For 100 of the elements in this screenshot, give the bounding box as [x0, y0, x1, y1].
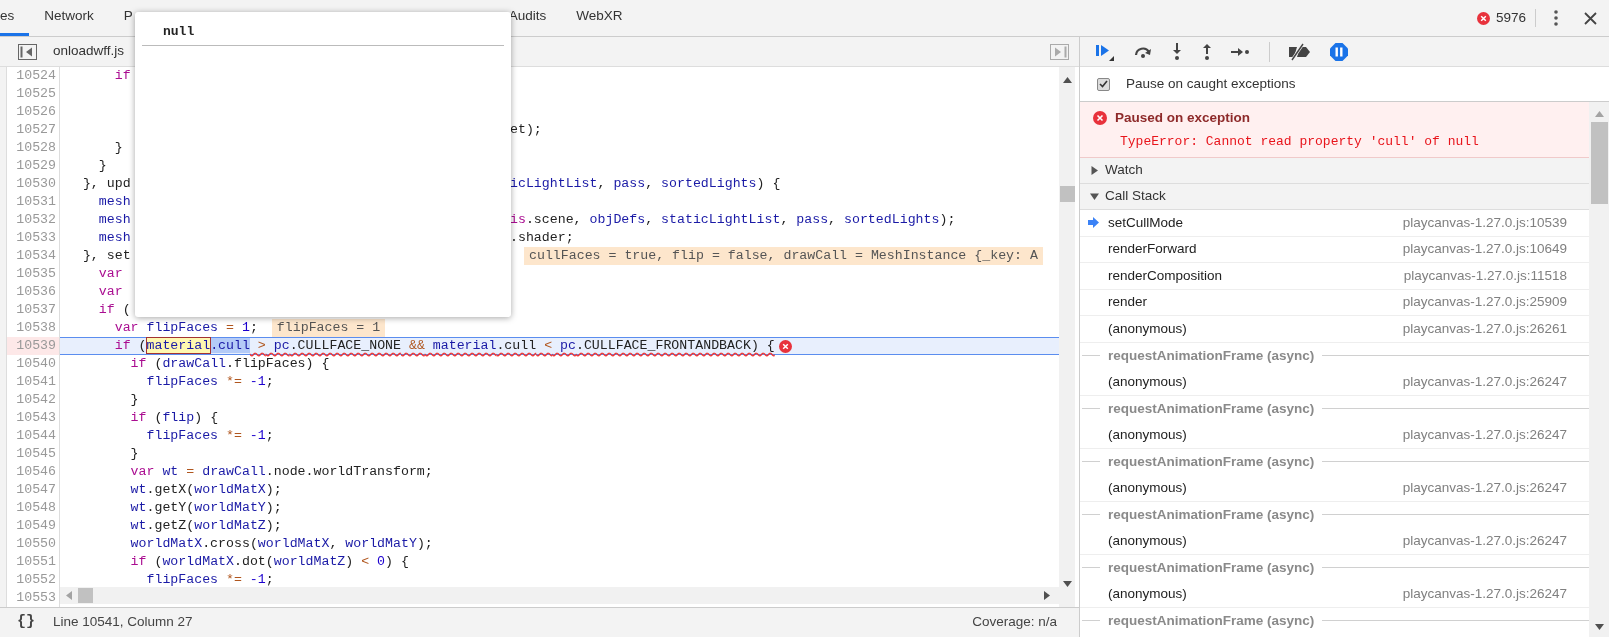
call-frame[interactable]: setCullMode playcanvas-1.27.0.js:10539: [1080, 210, 1589, 237]
call-frame[interactable]: render playcanvas-1.27.0.js:25909: [1080, 289, 1589, 316]
cursor-position: Line 10541, Column 27: [53, 613, 193, 632]
call-frame[interactable]: renderComposition playcanvas-1.27.0.js:11518: [1080, 263, 1589, 290]
sidebar-scrollbar[interactable]: [1589, 102, 1609, 637]
more-menu-icon[interactable]: [1554, 10, 1558, 26]
close-icon[interactable]: [1584, 11, 1597, 25]
line-number: 10552: [16, 571, 56, 589]
sidebar-toggle-icon[interactable]: [18, 43, 37, 60]
line-number: 10550: [16, 535, 56, 553]
line-number: 10529: [16, 157, 56, 175]
scroll-right-arrow-icon[interactable]: [1044, 591, 1050, 600]
call-frame[interactable]: (anonymous) playcanvas-1.27.0.js:26247: [1080, 475, 1589, 502]
code-line: wt.getY(worldMatY);: [130, 499, 282, 517]
vertical-scrollbar[interactable]: [1059, 67, 1075, 607]
horizontal-scrollbar[interactable]: [60, 587, 1059, 604]
scroll-down-arrow-icon[interactable]: [1062, 581, 1072, 587]
line-number: 10524: [16, 67, 56, 85]
line-number: 10551: [16, 553, 56, 571]
line-number: 10548: [16, 499, 56, 517]
line-number: 10531: [16, 193, 56, 211]
scrollbar-thumb[interactable]: [1059, 186, 1075, 202]
code-line: var: [98, 283, 123, 301]
frame-name: (anonymous): [1108, 531, 1187, 550]
code-line: wt.getZ(worldMatZ);: [130, 517, 282, 535]
frame-location[interactable]: playcanvas-1.27.0.js:26247: [1402, 583, 1567, 604]
line-number: 10543: [16, 409, 56, 427]
line-number: 10549: [16, 517, 56, 535]
inline-value: cullFaces = true, flip = false, drawCall = MeshInstance {_key: A: [524, 247, 1043, 265]
panel-tab[interactable]: Network: [29, 0, 109, 36]
panel-tab[interactable]: Audits: [493, 0, 562, 36]
async-separator: requestAnimationFrame (async): [1107, 505, 1316, 524]
frame-location[interactable]: playcanvas-1.27.0.js:26247: [1402, 424, 1567, 445]
error-count[interactable]: 5976: [1495, 7, 1526, 29]
line-number: 10544: [16, 427, 56, 445]
call-frame[interactable]: (anonymous) playcanvas-1.27.0.js:26247: [1080, 369, 1589, 396]
line-number: 10536: [16, 283, 56, 301]
step-out-icon[interactable]: [1201, 42, 1213, 61]
line-number: 10542: [16, 391, 56, 409]
code-line: if (flip) {: [130, 409, 219, 427]
code-line: }: [130, 445, 139, 463]
step-into-icon[interactable]: [1171, 42, 1183, 61]
frame-location[interactable]: playcanvas-1.27.0.js:11518: [1403, 265, 1567, 286]
code-line: flipFaces *= -1;: [146, 427, 274, 445]
frame-location[interactable]: playcanvas-1.27.0.js:26247: [1402, 530, 1567, 551]
frame-location[interactable]: playcanvas-1.27.0.js:26247: [1402, 477, 1567, 498]
code-line: }: [98, 157, 107, 175]
code-line: if (drawCall.flipFaces) {: [130, 355, 330, 373]
frame-location[interactable]: playcanvas-1.27.0.js:25909: [1402, 292, 1567, 313]
code-line: et);: [510, 121, 542, 139]
pretty-print-button[interactable]: {}: [17, 611, 35, 634]
inline-value: flipFaces = 1: [271, 319, 386, 337]
call-frame[interactable]: (anonymous) playcanvas-1.27.0.js:26247: [1080, 528, 1589, 555]
code-line: mesh: [98, 229, 131, 247]
line-number: 10534: [16, 247, 56, 265]
checkbox-label[interactable]: Pause on caught exceptions: [1126, 73, 1296, 95]
popover-value: null: [163, 24, 195, 39]
exception-icon: [1093, 110, 1107, 125]
code-line: }: [114, 139, 123, 157]
file-tab[interactable]: onloadwff.js: [53, 41, 125, 62]
panel-tab[interactable]: WebXR: [561, 0, 638, 36]
frame-location[interactable]: playcanvas-1.27.0.js:10649: [1402, 239, 1567, 260]
frame-location[interactable]: playcanvas-1.27.0.js:26247: [1402, 371, 1567, 392]
line-number: 10528: [16, 139, 56, 157]
scrollbar-thumb[interactable]: [78, 588, 93, 603]
scroll-down-arrow-icon[interactable]: [1594, 624, 1604, 630]
section-header[interactable]: Call Stack: [1080, 184, 1589, 210]
line-number: 10525: [16, 85, 56, 103]
code-line: if (worldMatX.dot(worldMatZ) < 0) {: [130, 553, 409, 571]
frame-name: (anonymous): [1108, 425, 1187, 444]
line-number: 10539: [16, 337, 56, 355]
line-number: 10540: [16, 355, 56, 373]
call-frame[interactable]: (anonymous) playcanvas-1.27.0.js:26261: [1080, 316, 1589, 343]
scrollbar-thumb[interactable]: [1590, 122, 1608, 204]
frame-location[interactable]: playcanvas-1.27.0.js:10539: [1402, 212, 1567, 233]
code-line: flipFaces *= -1;: [146, 571, 274, 589]
code-line: worldMatX.cross(worldMatX, worldMatY);: [130, 535, 433, 553]
step-icon[interactable]: [1231, 45, 1251, 58]
exception-icon: [778, 339, 792, 353]
sidebar-toggle-icon[interactable]: [1050, 43, 1069, 60]
exception-title: Paused on exception: [1115, 108, 1251, 127]
deactivate-breakpoints-icon[interactable]: [1288, 42, 1312, 61]
pause-on-exceptions-icon[interactable]: [1330, 42, 1348, 61]
section-header[interactable]: Watch: [1080, 158, 1589, 184]
panel-tab[interactable]: P: [108, 0, 148, 36]
call-frame[interactable]: (anonymous) playcanvas-1.27.0.js:26247: [1080, 422, 1589, 449]
resume-icon[interactable]: [1095, 42, 1115, 61]
frame-location[interactable]: playcanvas-1.27.0.js:26261: [1402, 318, 1567, 339]
frame-name: render: [1108, 293, 1148, 312]
call-frame[interactable]: (anonymous) playcanvas-1.27.0.js:26247: [1080, 581, 1589, 608]
async-separator: requestAnimationFrame (async): [1107, 558, 1316, 577]
checkbox[interactable]: [1097, 77, 1110, 91]
code-line: var flipFaces = 1;: [114, 319, 258, 337]
code-line: is.scene, objDefs, staticLightList, pass, sortedLights);: [510, 211, 956, 229]
scroll-up-arrow-icon[interactable]: [1062, 77, 1072, 83]
expanded-triangle-icon[interactable]: [1090, 192, 1099, 201]
call-frame[interactable]: renderForward playcanvas-1.27.0.js:10649: [1080, 236, 1589, 263]
step-over-icon[interactable]: [1133, 44, 1153, 59]
collapsed-triangle-icon[interactable]: [1090, 166, 1099, 175]
code-line: if: [114, 67, 131, 85]
